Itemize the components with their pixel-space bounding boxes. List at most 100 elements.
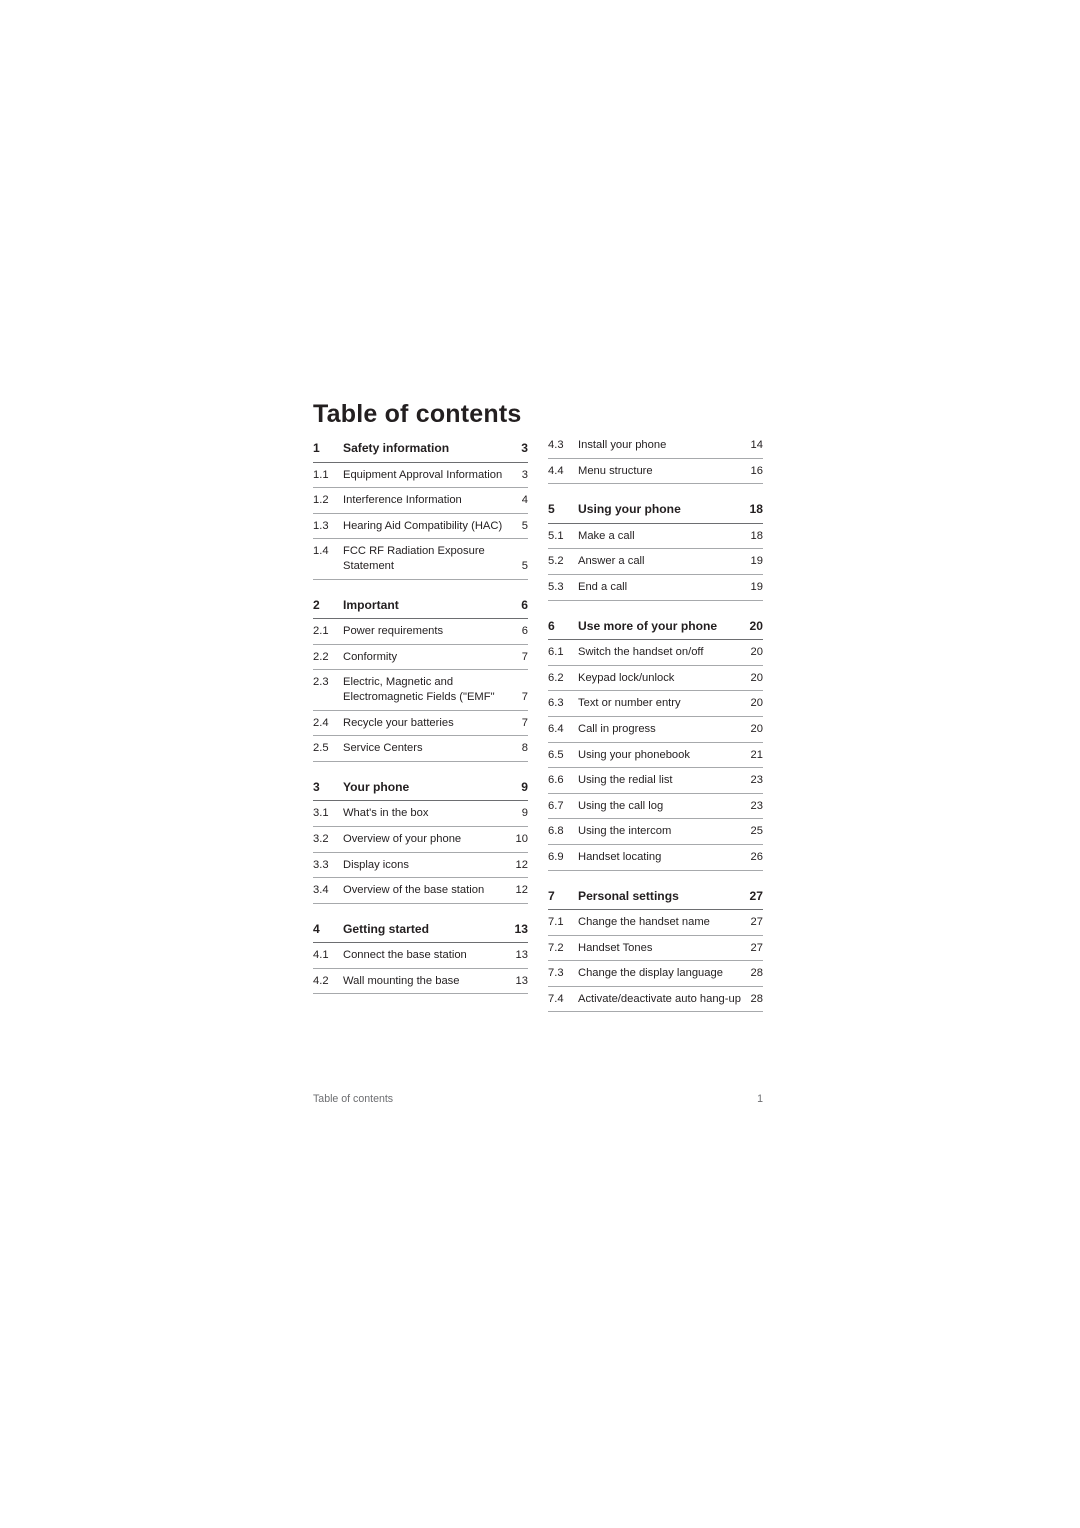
toc-entry-row[interactable]: 1.3 Hearing Aid Compatibility (HAC) 5: [313, 514, 528, 540]
toc-entry-page: 19: [750, 555, 763, 568]
toc-entry-number: 4: [313, 921, 320, 936]
toc-entry-row[interactable]: 2.4 Recycle your batteries 7: [313, 711, 528, 737]
toc-entry-row[interactable]: 3.3 Display icons 12: [313, 853, 528, 879]
toc-section-row[interactable]: 6 Use more of your phone 20: [548, 611, 763, 641]
toc-entry-page: 20: [750, 697, 763, 710]
toc-entry-number: 2.2: [313, 650, 329, 663]
toc-entry-number: 5: [548, 502, 555, 517]
footer-label: Table of contents: [313, 1093, 394, 1105]
toc-entry-number: 2.3: [313, 676, 329, 689]
toc-entry-page: 25: [750, 825, 763, 838]
toc-entry-number: 7.3: [548, 967, 564, 980]
toc-entry-label: Interference Information: [343, 494, 462, 507]
toc-entry-row[interactable]: 5.1 Make a call 18: [548, 524, 763, 550]
toc-entry-row[interactable]: 7.1 Change the handset name 27: [548, 910, 763, 936]
toc-entry-number: 6.6: [548, 774, 564, 787]
toc-entry-number: 6.8: [548, 825, 564, 838]
toc-section-row[interactable]: 1 Safety information 3: [313, 433, 528, 463]
toc-entry-row[interactable]: 7.4 Activate/deactivate auto hang-up 28: [548, 987, 763, 1013]
toc-entry-row[interactable]: 6.6 Using the redial list 23: [548, 768, 763, 794]
toc-entry-number: 4.1: [313, 949, 329, 962]
toc-entry-number: 1.3: [313, 519, 329, 532]
toc-entry-page: 28: [750, 992, 763, 1005]
toc-entry-row[interactable]: 6.8 Using the intercom 25: [548, 819, 763, 845]
toc-entry-row[interactable]: 6.3 Text or number entry 20: [548, 691, 763, 717]
toc-entry-number: 6.9: [548, 850, 564, 863]
toc-entry-label: FCC RF Radiation Exposure Statement: [343, 545, 485, 572]
toc-entry-number: 1.2: [313, 494, 329, 507]
toc-entry-page: 13: [515, 974, 528, 987]
toc-entry-page: 27: [750, 941, 763, 954]
toc-entry-page: 19: [750, 580, 763, 593]
toc-entry-page: 9: [521, 807, 528, 820]
toc-entry-row[interactable]: 7.2 Handset Tones 27: [548, 936, 763, 962]
toc-entry-page: 26: [750, 850, 763, 863]
toc-entry-row[interactable]: 4.2 Wall mounting the base 13: [313, 969, 528, 995]
toc-entry-page: 23: [750, 774, 763, 787]
toc-entry-number: 1.1: [313, 468, 329, 481]
toc-entry-row[interactable]: 1.1 Equipment Approval Information 3: [313, 463, 528, 489]
toc-entry-page: 12: [515, 884, 528, 897]
toc-entry-page: 20: [750, 646, 763, 659]
toc-entry-page: 7: [521, 650, 528, 663]
toc-section-row[interactable]: 5 Using your phone 18: [548, 494, 763, 524]
page-title: Table of contents: [313, 400, 522, 428]
toc-entry-row[interactable]: 1.2 Interference Information 4: [313, 488, 528, 514]
toc-section-row[interactable]: 4 Getting started 13: [313, 914, 528, 944]
toc-entry-row[interactable]: 6.5 Using your phonebook 21: [548, 743, 763, 769]
toc-entry-number: 3: [313, 779, 320, 794]
toc-entry-number: 6.3: [548, 697, 564, 710]
toc-entry-row[interactable]: 6.9 Handset locating 26: [548, 845, 763, 871]
toc-entry-page: 21: [750, 748, 763, 761]
toc-entry-label: Using your phone: [578, 502, 681, 517]
toc-entry-row[interactable]: 4.3 Install your phone 14: [548, 433, 763, 459]
toc-entry-row[interactable]: 3.1 What's in the box 9: [313, 801, 528, 827]
toc-entry-row[interactable]: 6.1 Switch the handset on/off 20: [548, 640, 763, 666]
toc-entry-row[interactable]: 3.4 Overview of the base station 12: [313, 878, 528, 904]
toc-entry-label: Handset locating: [578, 850, 662, 863]
toc-entry-row[interactable]: 7.3 Change the display language 28: [548, 961, 763, 987]
toc-entry-row[interactable]: 4.4 Menu structure 16: [548, 459, 763, 485]
toc-entry-page: 8: [521, 742, 528, 755]
toc-entry-number: 2.1: [313, 625, 329, 638]
toc-entry-label: Text or number entry: [578, 697, 681, 710]
toc-section-row[interactable]: 3 Your phone 9: [313, 772, 528, 802]
toc-entry-label: Install your phone: [578, 439, 667, 451]
toc-entry-row[interactable]: 3.2 Overview of your phone 10: [313, 827, 528, 853]
toc-entry-row[interactable]: 5.3 End a call 19: [548, 575, 763, 601]
toc-entry-page: 27: [749, 888, 763, 903]
toc-entry-row[interactable]: 1.4 FCC RF Radiation Exposure Statement 5: [313, 539, 528, 580]
toc-entry-label: Overview of your phone: [343, 832, 462, 845]
toc-entry-number: 6.1: [548, 646, 564, 659]
toc-section-row[interactable]: 2 Important 6: [313, 590, 528, 620]
toc-entry-number: 3.2: [313, 832, 329, 845]
toc-entry-row[interactable]: 2.3 Electric, Magnetic and Electromagneti…: [313, 670, 528, 711]
toc-entry-row[interactable]: 5.2 Answer a call 19: [548, 549, 763, 575]
toc-entry-label: Personal settings: [578, 888, 679, 903]
toc-entry-label: Electric, Magnetic and Electromagnetic F…: [343, 676, 495, 703]
toc-entry-row[interactable]: 6.7 Using the call log 23: [548, 794, 763, 820]
toc-section-row[interactable]: 7 Personal settings 27: [548, 881, 763, 911]
toc-entry-label: Important: [343, 597, 399, 612]
toc-entry-number: 5.3: [548, 580, 564, 593]
toc-entry-page: 5: [521, 559, 528, 572]
toc-entry-label: Menu structure: [578, 464, 653, 477]
toc-entry-number: 3.1: [313, 807, 329, 820]
toc-entry-row[interactable]: 6.4 Call in progress 20: [548, 717, 763, 743]
toc-entry-row[interactable]: 4.1 Connect the base station 13: [313, 943, 528, 969]
toc-entry-page: 23: [750, 799, 763, 812]
toc-entry-page: 3: [521, 441, 528, 455]
toc-entry-label: Service Centers: [343, 742, 423, 755]
toc-entry-row[interactable]: 2.1 Power requirements 6: [313, 619, 528, 645]
toc-entry-label: End a call: [578, 580, 628, 593]
toc-entry-page: 6: [521, 625, 528, 638]
toc-entry-label: Recycle your batteries: [343, 716, 454, 729]
toc-entry-row[interactable]: 2.2 Conformity 7: [313, 645, 528, 671]
toc-entry-page: 28: [750, 967, 763, 980]
toc-entry-number: 4.3: [548, 439, 564, 451]
toc-entry-number: 6.7: [548, 799, 564, 812]
toc-entry-label: Switch the handset on/off: [578, 646, 704, 659]
toc-entry-row[interactable]: 6.2 Keypad lock/unlock 20: [548, 666, 763, 692]
toc-entry-row[interactable]: 2.5 Service Centers 8: [313, 736, 528, 762]
toc-entry-number: 1.4: [313, 545, 329, 558]
